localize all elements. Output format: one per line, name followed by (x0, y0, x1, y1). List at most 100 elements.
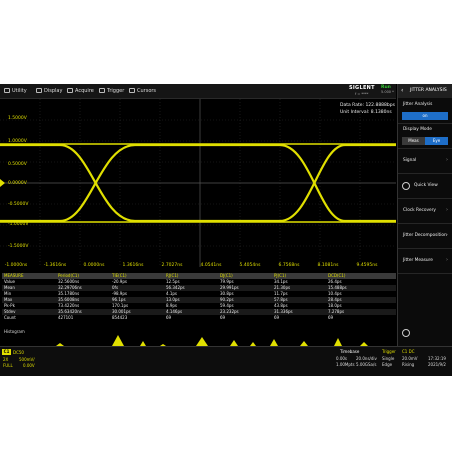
menu-acquire[interactable]: Acquire (67, 87, 94, 96)
table-cell: 427101 (58, 315, 74, 320)
ch1-tag[interactable]: C1 (2, 349, 11, 355)
histogram-label: Histogram (4, 329, 25, 334)
clock-time: 17:32:19 (428, 356, 446, 361)
table-cell: 854423 (112, 315, 128, 320)
brand-logo: SIGLENT f = **** (349, 84, 379, 98)
timebase-rate: 5.00GSa/s (356, 362, 377, 367)
y-label: -1.0000V (8, 222, 29, 227)
y-label: 0.5000V (8, 162, 27, 167)
menu-utility-label: Utility (12, 88, 27, 94)
table-cell: 69 (274, 315, 280, 320)
timebase-points: 1.00Mpts (336, 362, 355, 367)
y-label: -0.5000V (8, 202, 29, 207)
jitter-analysis-label: Jitter Analysis (403, 102, 433, 107)
ch1-level-marker[interactable] (0, 179, 5, 187)
quick-view-menu[interactable]: Quick View (398, 174, 452, 199)
menu-display[interactable]: Display (36, 87, 62, 96)
y-label: 1.0000V (8, 139, 27, 144)
timebase-box[interactable]: Timebase 0.00s 20.0ns/div 1.00Mpts 5.00G… (336, 348, 380, 374)
menu-bar: Utility Display Acquire Trigger Cursors … (0, 84, 396, 99)
trigger-box[interactable]: Trigger C1 DC Single 20.0mV Edge Rising (382, 348, 422, 374)
table-row: Count 427101 854423 69 69 69 69 (2, 315, 396, 321)
signal-menu[interactable]: Signal › (398, 149, 452, 174)
acquire-icon (67, 88, 73, 93)
quick-view-icon (402, 182, 410, 190)
clock-date: 2021/9/2 (428, 362, 446, 367)
y-label: 0.0000V (8, 181, 27, 186)
jitter-decomposition-label: Jitter Decomposition (403, 233, 447, 238)
table-cell: 69 (220, 315, 226, 320)
x-label: -1.3616ns (43, 263, 67, 268)
signal-label: Signal (403, 158, 417, 163)
quick-view-label: Quick View (414, 183, 438, 188)
jitter-decomposition-menu[interactable]: Jitter Decomposition › (398, 224, 452, 249)
table-cell: 69 (166, 315, 172, 320)
chevron-right-icon: › (446, 207, 448, 213)
x-label: 9.4595ns (356, 263, 378, 268)
histogram-strip: Histogram (0, 329, 396, 347)
trigger-title: Trigger (382, 349, 396, 354)
jitter-analysis-toggle[interactable]: Jitter Analysis on (398, 99, 452, 124)
menu-display-label: Display (44, 88, 63, 94)
histogram-plot (56, 335, 368, 346)
jitter-measure-menu[interactable]: Jitter Measure › (398, 249, 452, 274)
ch1-offset: 0.00V (23, 363, 35, 368)
waveform-grid[interactable] (0, 99, 396, 267)
x-label: 1.3616ns (122, 263, 144, 268)
x-label: 8.1081ns (317, 263, 339, 268)
x-label: -1.0000ns (4, 263, 28, 268)
display-mode-selector[interactable]: Display Mode Meas Eye (398, 124, 452, 149)
row-label: Count (4, 315, 16, 320)
clock-recovery-menu[interactable]: Clock Recovery › (398, 199, 452, 224)
x-label: 5.4054ns (239, 263, 261, 268)
display-mode-eye[interactable]: Eye (425, 137, 448, 145)
gear-icon (4, 88, 10, 93)
timebase-delay: 0.00s (336, 356, 347, 361)
ch1-bandwidth: FULL (3, 363, 13, 368)
jitter-measure-label: Jitter Measure (403, 258, 433, 263)
menu-cursors-label: Cursors (137, 88, 157, 94)
chevron-right-icon: › (446, 257, 448, 263)
oscilloscope-screen: Utility Display Acquire Trigger Cursors … (0, 84, 452, 376)
back-arrow-icon[interactable]: ‹ (401, 87, 407, 94)
trigger-slope: Rising (402, 362, 415, 367)
x-label: 4.0541ns (200, 263, 222, 268)
y-label: 1.5000V (8, 116, 27, 121)
ch1-mode: 2X (3, 357, 9, 362)
jitter-analysis-panel: ‹ JITTER ANALYSIS Jitter Analysis on Dis… (397, 84, 452, 346)
run-status-sub: 5.000 * (381, 90, 394, 94)
x-label: 2.7027ns (161, 263, 183, 268)
menu-utility[interactable]: Utility (4, 87, 27, 96)
trigger-type: Edge (382, 362, 393, 367)
jitter-state-on[interactable]: on (402, 112, 448, 120)
x-label: 6.7568ns (278, 263, 300, 268)
chevron-right-icon: › (446, 157, 448, 163)
cursor-icon (129, 88, 135, 93)
ch1-scale: 500mV/ (19, 357, 35, 362)
panel-title: JITTER ANALYSIS (410, 88, 447, 93)
table-cell: 69 (328, 315, 334, 320)
panel-header: ‹ JITTER ANALYSIS (398, 84, 452, 98)
trigger-channel: C1 DC (402, 349, 415, 354)
close-icon[interactable] (402, 329, 410, 337)
brand-sub: f = **** (355, 92, 369, 96)
x-label: 0.0000ns (83, 263, 105, 268)
chevron-right-icon: › (446, 232, 448, 238)
menu-cursors[interactable]: Cursors (129, 87, 156, 96)
trigger-mode: Single (382, 356, 395, 361)
display-mode-meas[interactable]: Meas (402, 137, 425, 145)
monitor-icon (36, 88, 42, 93)
menu-trigger[interactable]: Trigger (99, 87, 124, 96)
trigger-icon (99, 88, 105, 93)
menu-acquire-label: Acquire (75, 88, 94, 94)
menu-trigger-label: Trigger (107, 88, 125, 94)
timebase-scale: 20.0ns/div (356, 356, 377, 361)
y-label: -1.5000V (8, 244, 29, 249)
run-status[interactable]: Run 5.000 * (381, 85, 395, 97)
timebase-title: Timebase (340, 349, 360, 354)
ch1-coupling: DC50 (13, 350, 24, 355)
data-rate: Data Rate: 122.8888bps (340, 103, 395, 108)
status-bar: C1 DC50 2X 500mV/ FULL 0.00V Timebase 0.… (0, 346, 452, 376)
trigger-level: 20.0mV (402, 356, 418, 361)
brand-name: SIGLENT (349, 85, 375, 91)
